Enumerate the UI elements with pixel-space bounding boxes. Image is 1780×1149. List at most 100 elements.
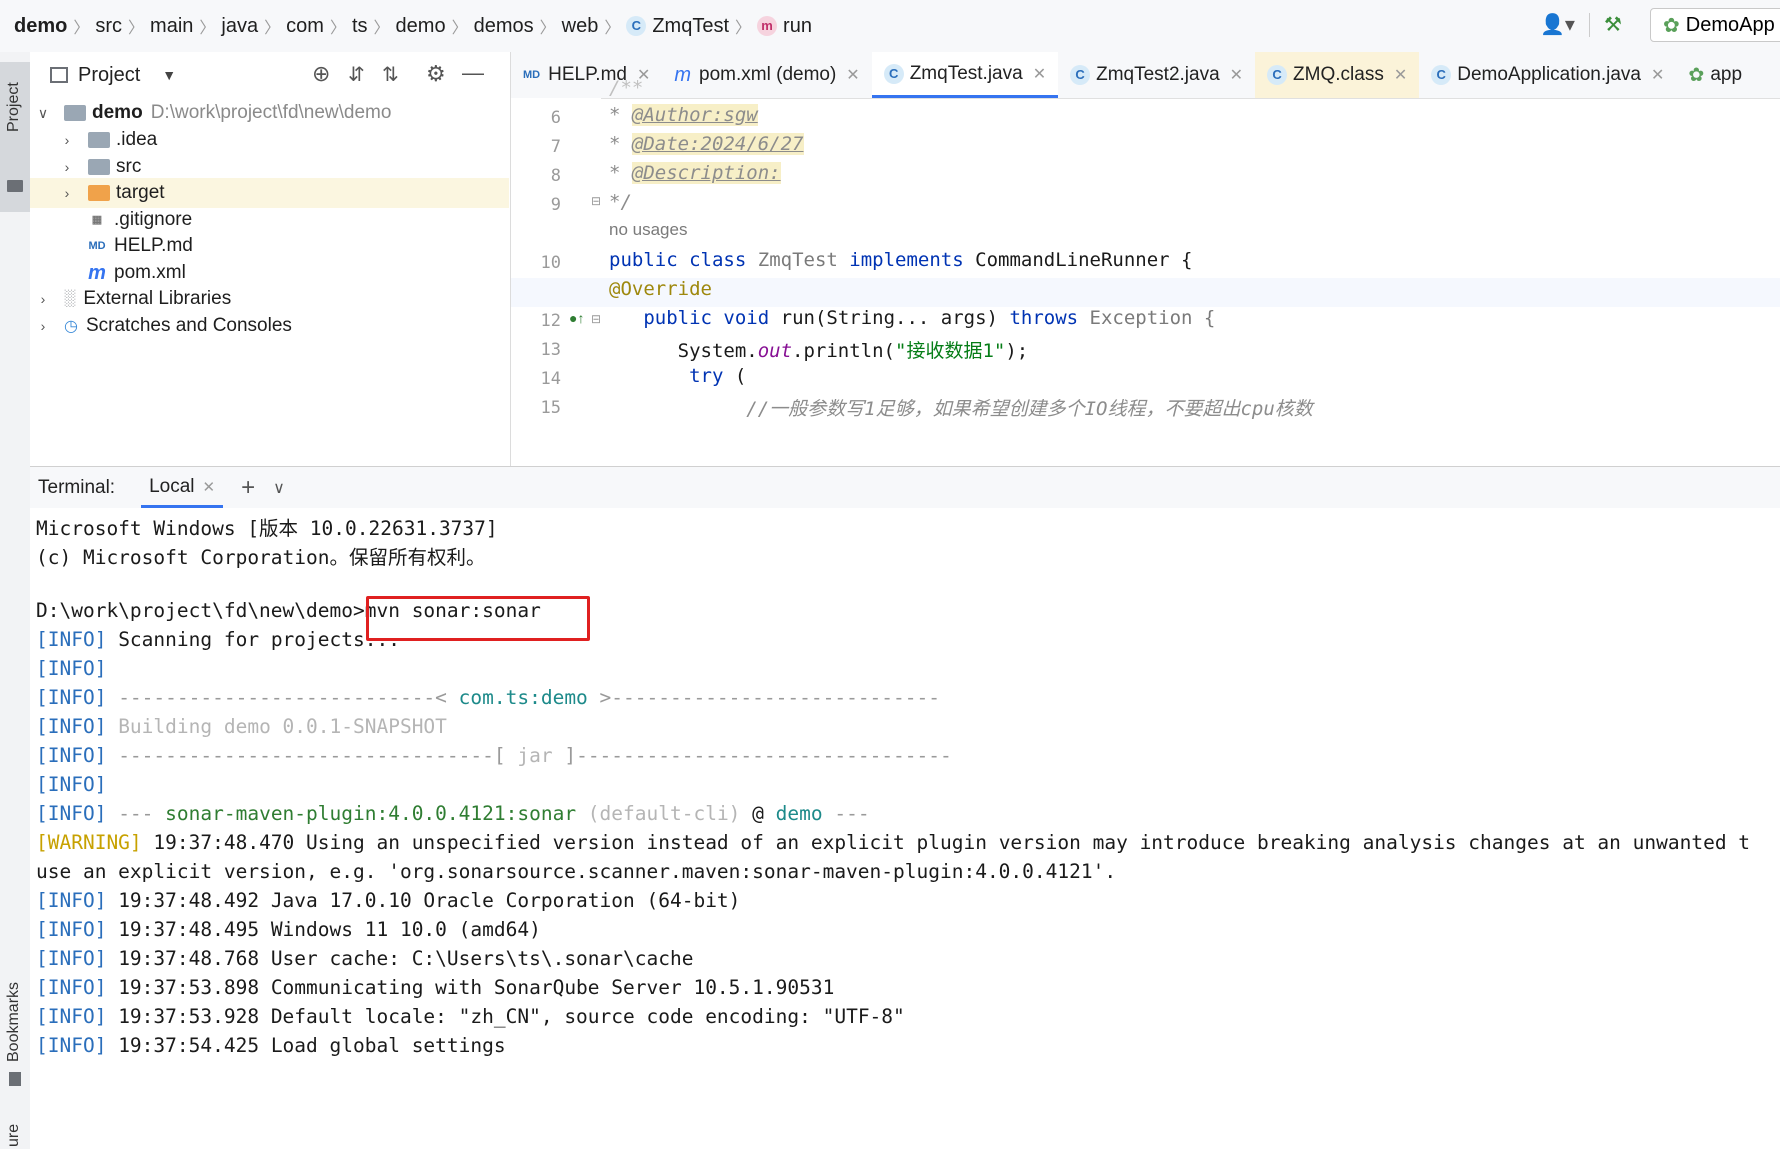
- chevron-right-icon: 〉: [539, 20, 556, 37]
- excluded-folder-icon: [88, 185, 110, 201]
- libraries-icon: ░: [64, 290, 76, 307]
- chevron-right-icon: 〉: [73, 20, 90, 37]
- class-icon: C: [1431, 65, 1452, 85]
- tree-item-demo[interactable]: ∨ demo D:\work\project\fd\new\demo: [36, 98, 392, 128]
- breadcrumb-item[interactable]: web 〉: [562, 14, 627, 38]
- tree-item-idea[interactable]: › .idea: [60, 125, 158, 155]
- chevron-right-icon[interactable]: ›: [60, 159, 74, 175]
- breadcrumb-item[interactable]: src 〉: [95, 14, 150, 38]
- method-icon: m: [757, 16, 778, 36]
- implements-marker-icon[interactable]: ●↑: [569, 310, 584, 326]
- tree-item-help-md[interactable]: MD HELP.md: [88, 231, 192, 261]
- markdown-file-icon: MD: [523, 69, 541, 81]
- left-tool-strip: Project Bookmarks ure: [0, 52, 31, 1149]
- chevron-right-icon: 〉: [373, 20, 390, 37]
- locate-icon[interactable]: ⊕: [312, 61, 330, 87]
- editor: MD HELP.md ✕ m pom.xml (demo) ✕ C ZmqTest.…: [511, 52, 1780, 466]
- tab-demoapplication-java[interactable]: C DemoApplication.java ✕: [1419, 52, 1676, 98]
- terminal-output[interactable]: Microsoft Windows [版本 10.0.22631.3737] (…: [30, 508, 1780, 1149]
- code-line-14: try (: [689, 365, 747, 387]
- breadcrumb-item[interactable]: main 〉: [150, 14, 221, 38]
- chevron-right-icon: 〉: [451, 20, 468, 37]
- chevron-down-icon[interactable]: ▼: [162, 67, 176, 83]
- tab-zmqtest2-java[interactable]: C ZmqTest2.java ✕: [1058, 52, 1255, 98]
- close-icon[interactable]: ✕: [1651, 65, 1664, 85]
- usages-hint[interactable]: no usages: [609, 220, 687, 240]
- chevron-down-icon[interactable]: ∨: [273, 478, 285, 498]
- module-folder-icon: [64, 105, 86, 121]
- tab-pom-xml[interactable]: m pom.xml (demo) ✕: [662, 52, 871, 98]
- chevron-right-icon: 〉: [199, 20, 216, 37]
- tab-app[interactable]: ✿ app: [1676, 52, 1754, 98]
- chevron-right-icon: 〉: [735, 20, 752, 37]
- tree-item-scratches[interactable]: › ◷ Scratches and Consoles: [36, 311, 292, 341]
- project-panel: Project ▼ ⊕ ⇵ ⇅ ⚙ — ∨ demo D:\work\proje…: [30, 52, 511, 466]
- class-icon: C: [1070, 65, 1091, 85]
- breadcrumb: demo 〉 src 〉 main 〉 java 〉 com 〉 ts 〉 demo 〉 de…: [14, 14, 812, 38]
- close-icon[interactable]: ✕: [1033, 64, 1046, 84]
- run-configuration-selector[interactable]: ✿ DemoApp: [1650, 8, 1780, 42]
- folder-icon: [88, 159, 110, 175]
- breadcrumb-item[interactable]: demos 〉: [474, 14, 562, 38]
- tree-item-target[interactable]: › target: [30, 178, 509, 208]
- code-line-8: * @Description:: [609, 162, 781, 184]
- code-line-6: * @Author:sgw: [609, 104, 758, 126]
- spring-leaf-icon: ✿: [1663, 14, 1680, 37]
- maven-file-icon: m: [674, 63, 692, 86]
- navigation-bar: demo 〉 src 〉 main 〉 java 〉 com 〉 ts 〉 demo 〉 de…: [0, 0, 1780, 53]
- tab-zmqtest-java[interactable]: C ZmqTest.java ✕: [871, 52, 1059, 98]
- close-icon[interactable]: ✕: [1230, 65, 1243, 85]
- breadcrumb-item[interactable]: demo 〉: [396, 14, 474, 38]
- chevron-right-icon[interactable]: ›: [36, 318, 50, 334]
- bookmarks-tool-button[interactable]: Bookmarks: [0, 972, 30, 1122]
- spring-leaf-icon: ✿: [1688, 64, 1705, 86]
- code-line-15: //一般参数写1足够，如果希望创建多个IO线程，不要超出cpu核数: [746, 398, 1313, 420]
- add-icon[interactable]: +: [241, 474, 255, 502]
- editor-tabs: MD HELP.md ✕ m pom.xml (demo) ✕ C ZmqTest.…: [511, 52, 1780, 99]
- hide-icon[interactable]: —: [462, 60, 484, 86]
- chevron-down-icon[interactable]: ∨: [36, 105, 50, 122]
- chevron-right-icon[interactable]: ›: [60, 185, 74, 201]
- gitignore-file-icon: ▦: [91, 214, 103, 226]
- collapse-all-icon[interactable]: ⇅: [382, 62, 399, 87]
- markdown-file-icon: MD: [88, 240, 106, 252]
- tab-terminal-local[interactable]: Local ✕: [141, 468, 224, 508]
- tree-item-external-libraries[interactable]: › ░ External Libraries: [36, 284, 232, 314]
- class-icon: C: [883, 63, 904, 84]
- close-icon[interactable]: ✕: [203, 478, 216, 496]
- chevron-right-icon: 〉: [128, 20, 145, 37]
- tab-zmq-class[interactable]: C ZMQ.class ✕: [1255, 52, 1420, 98]
- user-icon[interactable]: 👤▾: [1540, 12, 1575, 37]
- bookmark-icon: [9, 1072, 21, 1086]
- close-icon[interactable]: ✕: [846, 65, 859, 85]
- project-view-selector[interactable]: Project: [78, 64, 140, 87]
- highlight-box: [366, 596, 590, 641]
- code-line-10: public class ZmqTest implements CommandL…: [609, 249, 1193, 271]
- breadcrumb-item[interactable]: java 〉: [221, 14, 286, 38]
- fold-icon[interactable]: ⊟: [591, 194, 601, 208]
- chevron-right-icon: 〉: [329, 20, 346, 37]
- code-line-11: @Override: [609, 278, 712, 300]
- close-icon[interactable]: ✕: [1394, 65, 1407, 85]
- gear-icon[interactable]: ⚙: [426, 61, 446, 87]
- project-panel-header: Project ▼ ⊕ ⇵ ⇅ ⚙ —: [30, 52, 510, 98]
- breadcrumb-item[interactable]: C ZmqTest 〉: [626, 14, 757, 38]
- structure-tool-button[interactable]: ure: [0, 1117, 30, 1149]
- chevron-right-icon: 〉: [264, 20, 281, 37]
- project-tool-button[interactable]: Project: [0, 62, 30, 212]
- code-line-12: public void run(String... args) throws E…: [643, 307, 1216, 329]
- chevron-right-icon[interactable]: ›: [36, 291, 50, 307]
- folder-icon: [7, 180, 23, 192]
- breadcrumb-item[interactable]: demo 〉: [14, 14, 95, 38]
- expand-all-icon[interactable]: ⇵: [348, 62, 365, 87]
- breadcrumb-item[interactable]: com 〉: [286, 14, 352, 38]
- chevron-right-icon[interactable]: ›: [60, 132, 74, 148]
- code-line-13: System.out.println("接收数据1");: [677, 340, 1029, 362]
- scratches-icon: ◷: [64, 318, 78, 335]
- code-line-9: */: [609, 191, 632, 213]
- breadcrumb-item[interactable]: m run: [757, 15, 812, 38]
- hammer-icon[interactable]: ⚒: [1604, 12, 1622, 37]
- class-icon: C: [1267, 65, 1288, 85]
- fold-icon[interactable]: ⊟: [591, 312, 601, 326]
- breadcrumb-item[interactable]: ts 〉: [352, 14, 396, 38]
